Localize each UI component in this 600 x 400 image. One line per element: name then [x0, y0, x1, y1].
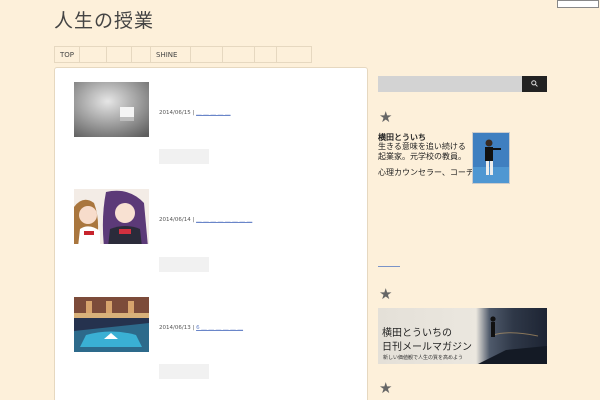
- global-nav: TOP SHINE: [54, 46, 312, 63]
- post-separator: |: [192, 217, 195, 223]
- post-thumbnail[interactable]: [74, 82, 149, 137]
- post-meta: 2014/06/15 | ＿ ＿ ＿ ＿ ＿: [159, 108, 231, 116]
- nav-item-4[interactable]: [131, 47, 150, 62]
- banner-title-line1: 横田とういちの: [382, 328, 452, 339]
- post-date: 2014/06/15: [159, 110, 191, 116]
- banner-subtitle: 新しい価値観で人生の質を高めよう: [383, 355, 464, 361]
- profile-role: 心理カウンセラー、コーチ。: [378, 168, 482, 177]
- post-meta: 2014/06/14 | ＿ ＿ ＿ ＿ ＿ ＿ ＿ ＿: [159, 215, 252, 223]
- post-separator: |: [192, 110, 195, 116]
- nav-item-6[interactable]: [190, 47, 222, 62]
- read-more-button[interactable]: [159, 149, 209, 164]
- top-corner-box: [557, 0, 599, 8]
- search-button[interactable]: [522, 76, 547, 92]
- search-form: [378, 76, 547, 92]
- nav-item-2[interactable]: [79, 47, 106, 62]
- read-more-button[interactable]: [159, 257, 209, 272]
- post-separator: |: [192, 325, 195, 331]
- nav-item-9[interactable]: [276, 47, 312, 62]
- nav-item-7[interactable]: [222, 47, 254, 62]
- post-date: 2014/06/14: [159, 217, 191, 223]
- nav-item-8[interactable]: [254, 47, 276, 62]
- site-title[interactable]: 人生の授業: [54, 6, 154, 33]
- search-icon: [531, 79, 538, 89]
- post-title-link[interactable]: ＿ ＿ ＿ ＿ ＿ ＿ ＿ ＿: [196, 217, 252, 223]
- star-icon: ★: [379, 108, 393, 126]
- post-title-link[interactable]: 6 ＿ ＿ ＿ ＿ ＿ ＿: [196, 325, 243, 331]
- nav-item-top[interactable]: TOP: [54, 47, 79, 62]
- banner-title-line2: 日刊メールマガジン: [382, 342, 472, 353]
- profile-photo: [472, 132, 510, 184]
- post-date: 2014/06/13: [159, 325, 191, 331]
- star-icon: ★: [379, 379, 393, 397]
- link-underline[interactable]: [378, 266, 400, 267]
- post-thumbnail[interactable]: [74, 297, 149, 352]
- post-meta: 2014/06/13 | 6 ＿ ＿ ＿ ＿ ＿ ＿: [159, 323, 243, 331]
- post-thumbnail[interactable]: [74, 189, 149, 244]
- nav-item-3[interactable]: [106, 47, 131, 62]
- mail-magazine-banner[interactable]: 横田とういちの 日刊メールマガジン 新しい価値観で人生の質を高めよう: [378, 308, 547, 364]
- post-list: 2014/06/15 | ＿ ＿ ＿ ＿ ＿ 2014/06/14 | ＿ ＿ …: [54, 67, 368, 400]
- post-title-link[interactable]: ＿ ＿ ＿ ＿ ＿: [196, 110, 231, 116]
- read-more-button[interactable]: [159, 364, 209, 379]
- star-icon: ★: [379, 285, 393, 303]
- nav-item-shine[interactable]: SHINE: [150, 47, 190, 62]
- search-input[interactable]: [378, 76, 522, 92]
- profile-description: 生きる意味を追い続ける起業家。元学校の教員。: [378, 142, 466, 161]
